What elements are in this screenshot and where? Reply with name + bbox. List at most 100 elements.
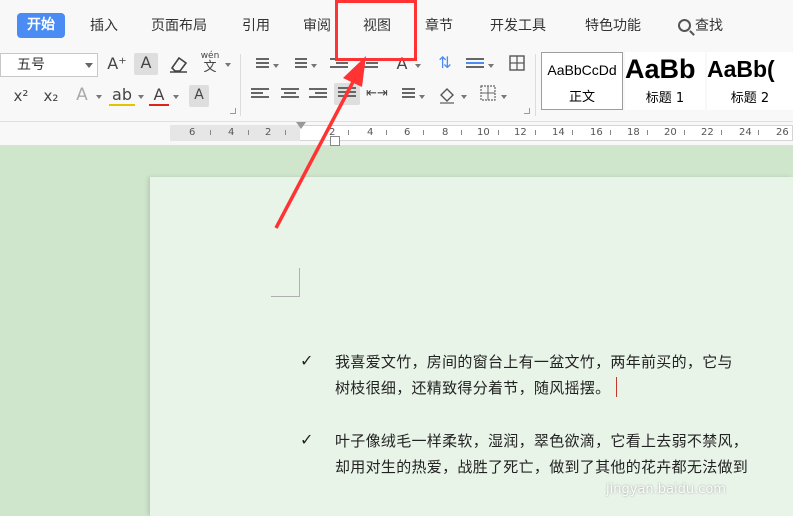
tab-special-features[interactable]: 特色功能 — [585, 14, 641, 38]
paragraph-line[interactable]: 却用对生的热爱，战胜了死亡，做到了其他的花卉都无法做到 — [335, 456, 748, 477]
ruler-label: 2 — [265, 127, 272, 138]
find-label: 查找 — [695, 18, 723, 34]
paragraph-spacing-icon[interactable] — [397, 88, 415, 102]
tab-references[interactable]: 引用 — [242, 14, 270, 38]
horizontal-ruler[interactable]: 6 4 2 2 4 6 8 10 12 14 16 18 20 22 24 26 — [0, 122, 793, 146]
style-heading-1-sample: AaBb — [625, 54, 696, 84]
chevron-down-icon[interactable] — [419, 95, 425, 99]
ruler-tick — [423, 130, 424, 135]
superscript-icon[interactable]: x² — [10, 86, 32, 108]
table-border-icon[interactable] — [506, 53, 528, 75]
ruler-tick — [248, 130, 249, 135]
ruler-label: 18 — [627, 127, 640, 138]
paragraph-dialog-launcher[interactable] — [524, 108, 530, 114]
align-center-icon[interactable] — [281, 88, 299, 102]
ruler-tick — [285, 130, 286, 135]
justify-icon[interactable] — [334, 83, 360, 105]
tab-chapter[interactable]: 章节 — [425, 14, 453, 38]
ruler-label: 4 — [367, 127, 374, 138]
page-margin-corner — [271, 268, 300, 297]
shrink-font-icon[interactable]: A — [134, 53, 158, 75]
first-line-indent-handle[interactable] — [296, 122, 306, 129]
shading-fill-icon[interactable] — [436, 84, 458, 106]
distributed-align-icon[interactable]: ⇤⇥ — [366, 84, 388, 106]
ribbon-separator — [240, 54, 241, 116]
phonetic-char: 文 — [203, 60, 217, 75]
chevron-down-icon[interactable] — [311, 64, 317, 68]
ruler-label: 6 — [189, 127, 196, 138]
align-right-icon[interactable] — [309, 88, 327, 102]
ruler-label: 14 — [552, 127, 565, 138]
ruler-tick — [647, 130, 648, 135]
align-left-icon[interactable] — [251, 88, 269, 102]
numbered-list-icon[interactable] — [289, 58, 307, 72]
font-size-select[interactable]: 五号 — [0, 53, 98, 77]
chevron-down-icon[interactable] — [225, 63, 231, 67]
phonetic-guide-icon[interactable]: wén 文 — [198, 51, 222, 75]
font-color-icon[interactable]: A — [149, 85, 169, 106]
font-size-value: 五号 — [17, 57, 45, 73]
ruler-tick — [498, 130, 499, 135]
chevron-down-icon[interactable] — [138, 95, 144, 99]
ruler-label: 26 — [776, 127, 789, 138]
chevron-down-icon[interactable] — [96, 95, 102, 99]
ruler-tick — [386, 130, 387, 135]
ruler-tick — [461, 130, 462, 135]
text-effect-icon[interactable]: A — [72, 85, 92, 107]
checkmark-bullet-icon: ✓ — [300, 351, 314, 370]
style-normal-label: 正文 — [568, 90, 595, 105]
chevron-down-icon[interactable] — [173, 95, 179, 99]
highlight-icon[interactable]: ab — [109, 85, 135, 106]
tab-insert[interactable]: 插入 — [90, 14, 118, 38]
ruler-tick — [721, 130, 722, 135]
ruler-tick — [210, 130, 211, 135]
line-spacing-icon[interactable] — [466, 58, 484, 72]
ruler-label: 10 — [477, 127, 490, 138]
ruler-tick — [572, 130, 573, 135]
ruler-label: 24 — [739, 127, 752, 138]
style-heading-2[interactable]: AaBb( 标题 2 — [707, 52, 793, 110]
font-dialog-launcher[interactable] — [230, 108, 236, 114]
left-indent-handle[interactable] — [330, 136, 340, 146]
watermark: jingyan.baidu.com — [606, 482, 726, 497]
style-heading-2-label: 标题 2 — [730, 91, 770, 106]
subscript-icon[interactable]: x₂ — [40, 86, 62, 108]
chevron-down-icon[interactable] — [461, 95, 467, 99]
annotation-highlight-box — [335, 0, 417, 61]
ruler-tick — [610, 130, 611, 135]
chevron-down-icon[interactable] — [488, 64, 494, 68]
paragraph-line[interactable]: 树枝很细，还精致得分着节，随风摇摆。 — [335, 377, 618, 398]
tab-page-layout[interactable]: 页面布局 — [151, 14, 207, 38]
tab-developer[interactable]: 开发工具 — [490, 14, 546, 38]
find-button[interactable]: 查找 — [678, 14, 723, 38]
text-direction-icon[interactable]: ⇅ — [434, 53, 456, 75]
bullet-list-icon[interactable] — [251, 58, 269, 72]
chevron-down-icon[interactable] — [501, 95, 507, 99]
style-heading-1-label: 标题 1 — [645, 91, 685, 106]
ruler-tick — [684, 130, 685, 135]
style-normal[interactable]: AaBbCcDd 正文 — [541, 52, 623, 110]
chevron-down-icon[interactable] — [415, 64, 421, 68]
char-shading-icon[interactable]: A — [189, 85, 209, 107]
paragraph-line[interactable]: 叶子像绒毛一样柔软，湿润，翠色欲滴，它看上去弱不禁风， — [335, 430, 748, 451]
ruler-label: 8 — [442, 127, 449, 138]
tab-review[interactable]: 审阅 — [303, 14, 331, 38]
ruler-tick — [348, 130, 349, 135]
ruler-label: 12 — [514, 127, 527, 138]
paragraph-line[interactable]: 我喜爱文竹，房间的窗台上有一盆文竹，两年前买的，它与 — [335, 351, 733, 372]
ruler-tick — [758, 130, 759, 135]
tab-home[interactable]: 开始 — [17, 13, 65, 38]
ruler-tick — [535, 130, 536, 135]
style-heading-1[interactable]: AaBb 标题 1 — [625, 52, 705, 110]
chevron-down-icon[interactable] — [273, 64, 279, 68]
text-cursor — [616, 377, 618, 397]
ruler-label: 4 — [228, 127, 235, 138]
paragraph-line-text: 树枝很细，还精致得分着节，随风摇摆。 — [335, 379, 611, 397]
ruler-label: 16 — [590, 127, 603, 138]
chevron-down-icon — [85, 63, 93, 68]
borders-icon[interactable] — [477, 84, 499, 106]
ruler-label: 6 — [404, 127, 411, 138]
style-heading-2-sample: AaBb( — [707, 56, 775, 82]
clear-format-icon[interactable] — [166, 54, 190, 76]
grow-font-icon[interactable]: A⁺ — [106, 54, 128, 76]
